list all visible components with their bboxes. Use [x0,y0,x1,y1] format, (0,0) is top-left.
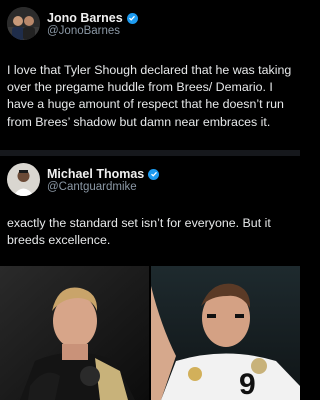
tweet-text: I love that Tyler Shough declared that h… [7,63,292,129]
avatar[interactable] [7,7,40,40]
author-handle[interactable]: @Cantguardmike [47,181,137,193]
verified-badge-icon [126,12,138,24]
svg-text:9: 9 [239,368,256,400]
player-photo-left[interactable] [0,266,149,400]
tweet-text: exactly the standard set isn’t for every… [7,216,271,248]
author-name[interactable]: Jono Barnes [47,11,123,25]
author-handle[interactable]: @JonoBarnes [47,25,120,37]
verified-badge-icon [148,168,160,180]
author-row: Michael Thomas [47,167,160,181]
avatar[interactable] [7,163,40,196]
author-name[interactable]: Michael Thomas [47,167,144,181]
player-photo-right[interactable]: 9 [151,266,300,400]
tweet-jono-barnes[interactable]: Jono Barnes @JonoBarnes I love that Tyle… [0,0,300,150]
tweet-michael-thomas[interactable]: Michael Thomas @Cantguardmike exactly th… [0,156,300,260]
author-row: Jono Barnes [47,11,138,25]
